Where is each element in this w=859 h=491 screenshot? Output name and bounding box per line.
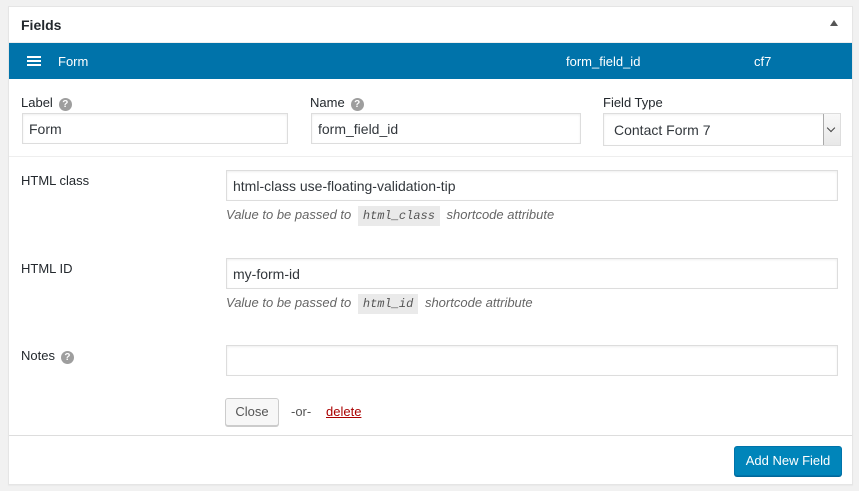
- html-class-code: html_class: [357, 206, 440, 226]
- question-mark-icon[interactable]: ?: [350, 98, 364, 111]
- html-id-input[interactable]: [226, 258, 838, 289]
- html-id-label: HTML ID: [21, 261, 73, 276]
- close-button[interactable]: Close: [225, 398, 279, 426]
- field-bar-label: Form: [58, 54, 89, 69]
- html-class-description: Value to be passed to html_class shortco…: [226, 206, 555, 226]
- notes-input[interactable]: [226, 345, 838, 376]
- html-class-desc-before: Value to be passed to: [226, 207, 352, 222]
- delete-link[interactable]: delete: [326, 404, 361, 419]
- add-new-field-button[interactable]: Add New Field: [734, 446, 842, 476]
- html-class-desc-after: shortcode attribute: [446, 207, 555, 222]
- question-mark-icon[interactable]: ?: [60, 351, 74, 364]
- label-heading: Label?: [21, 95, 72, 111]
- panel-footer: Add New Field: [9, 435, 852, 484]
- html-id-description: Value to be passed to html_id shortcode …: [226, 294, 533, 314]
- html-class-input[interactable]: [226, 170, 838, 201]
- name-heading-text: Name: [310, 95, 345, 110]
- panel-header[interactable]: Fields: [9, 7, 852, 43]
- or-separator: -or-: [291, 404, 312, 419]
- collapse-toggle-icon[interactable]: [830, 20, 838, 26]
- html-id-code: html_id: [357, 294, 419, 314]
- hamburger-icon[interactable]: [27, 56, 41, 66]
- html-id-desc-after: shortcode attribute: [424, 295, 533, 310]
- field-bar-type: cf7: [754, 54, 772, 69]
- chevron-down-icon[interactable]: [823, 114, 840, 145]
- html-id-desc-before: Value to be passed to: [226, 295, 352, 310]
- notes-label-text: Notes: [21, 348, 55, 363]
- field-type-selected: Contact Form 7: [614, 122, 711, 138]
- name-input[interactable]: [311, 113, 581, 144]
- field-type-heading: Field Type: [603, 95, 663, 110]
- field-header-bar[interactable]: Form form_field_id cf7: [9, 43, 852, 79]
- fields-panel: Fields Form form_field_id cf7 Label? Nam…: [8, 6, 853, 485]
- field-type-select[interactable]: Contact Form 7: [603, 113, 841, 146]
- label-input[interactable]: [22, 113, 288, 144]
- html-class-label: HTML class: [21, 173, 90, 188]
- label-heading-text: Label: [21, 95, 53, 110]
- field-bar-name: form_field_id: [566, 54, 641, 69]
- panel-title: Fields: [21, 17, 62, 33]
- notes-label: Notes?: [21, 348, 74, 364]
- question-mark-icon[interactable]: ?: [58, 98, 72, 111]
- name-heading: Name?: [310, 95, 364, 111]
